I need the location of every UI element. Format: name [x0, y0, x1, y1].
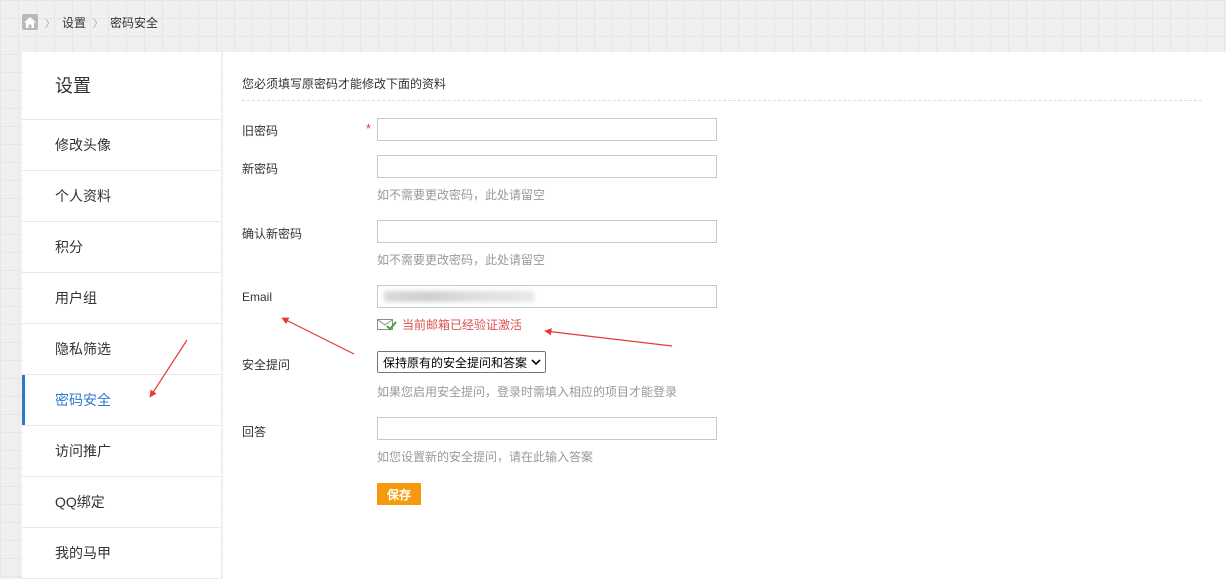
divider — [242, 100, 1202, 101]
confirm-password-hint: 如不需要更改密码，此处请留空 — [377, 253, 546, 267]
password-security-form: 您必须填写原密码才能修改下面的资料 旧密码 * 新密码 如不需要更改密码，此处请… — [223, 52, 1226, 579]
form-notice: 您必须填写原密码才能修改下面的资料 — [242, 77, 447, 91]
sidebar-item-promotion[interactable]: 访问推广 — [22, 426, 221, 477]
confirm-password-input[interactable] — [377, 220, 717, 243]
envelope-check-icon — [377, 319, 397, 331]
sidebar-item-sockpuppet[interactable]: 我的马甲 — [22, 528, 221, 579]
answer-hint: 如您设置新的安全提问，请在此输入答案 — [377, 450, 594, 464]
security-question-selected: 保持原有的安全提问和答案 — [383, 355, 528, 370]
new-password-hint: 如不需要更改密码，此处请留空 — [377, 188, 546, 202]
email-redacted — [384, 291, 534, 302]
breadcrumb: 〉 设置 〉 密码安全 — [22, 13, 158, 31]
email-verified-status: 当前邮箱已经验证激活 — [377, 316, 522, 333]
required-mark: * — [366, 121, 372, 136]
sidebar-title: 设置 — [22, 52, 221, 120]
breadcrumb-password-security: 密码安全 — [110, 15, 159, 30]
security-question-label: 安全提问 — [242, 358, 291, 372]
home-icon[interactable] — [22, 14, 38, 30]
breadcrumb-separator-icon: 〉 — [93, 18, 104, 30]
sidebar-item-password-security[interactable]: 密码安全 — [22, 375, 221, 426]
chevron-down-icon — [531, 359, 541, 366]
save-button[interactable]: 保存 — [377, 483, 421, 505]
sidebar-item-privacy[interactable]: 隐私筛选 — [22, 324, 221, 375]
sidebar-item-credits[interactable]: 积分 — [22, 222, 221, 273]
sidebar-item-avatar[interactable]: 修改头像 — [22, 120, 221, 171]
new-password-input[interactable] — [377, 155, 717, 178]
sidebar-item-profile[interactable]: 个人资料 — [22, 171, 221, 222]
settings-sidebar: 设置 修改头像 个人资料 积分 用户组 隐私筛选 密码安全 访问推广 QQ绑定 … — [22, 52, 221, 579]
email-input[interactable] — [377, 285, 717, 308]
new-password-label: 新密码 — [242, 162, 279, 176]
answer-input[interactable] — [377, 417, 717, 440]
security-question-select[interactable]: 保持原有的安全提问和答案 — [377, 351, 546, 373]
sidebar-item-qq-binding[interactable]: QQ绑定 — [22, 477, 221, 528]
old-password-label: 旧密码 — [242, 124, 279, 138]
confirm-password-label: 确认新密码 — [242, 227, 303, 241]
sidebar-item-usergroup[interactable]: 用户组 — [22, 273, 221, 324]
breadcrumb-settings[interactable]: 设置 — [62, 14, 86, 31]
security-question-hint: 如果您启用安全提问，登录时需填入相应的项目才能登录 — [377, 385, 678, 399]
answer-label: 回答 — [242, 425, 267, 439]
email-label: Email — [242, 290, 273, 304]
old-password-input[interactable] — [377, 118, 717, 141]
breadcrumb-separator-icon: 〉 — [45, 18, 55, 30]
email-verified-text: 当前邮箱已经验证激活 — [402, 318, 523, 332]
